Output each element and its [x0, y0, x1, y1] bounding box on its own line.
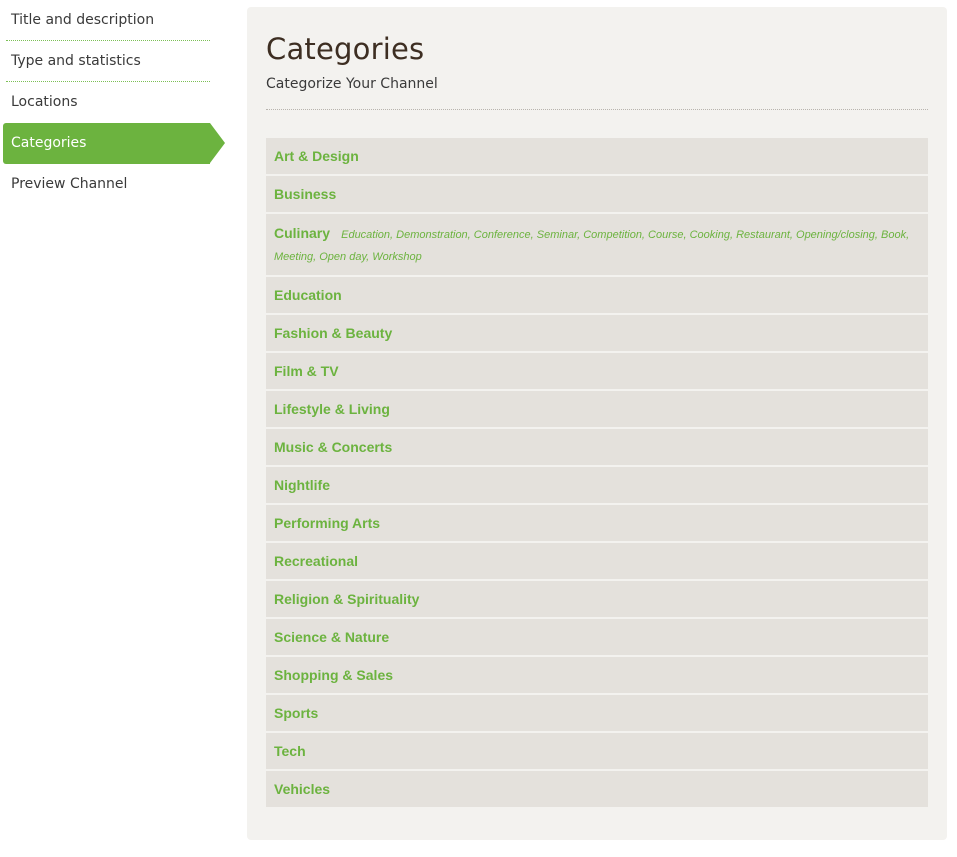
category-row-tech[interactable]: Tech [266, 733, 928, 769]
category-row-shopping-sales[interactable]: Shopping & Sales [266, 657, 928, 693]
sidebar-item-label: Preview Channel [11, 176, 128, 192]
category-row-education[interactable]: Education [266, 277, 928, 313]
category-row-performing-arts[interactable]: Performing Arts [266, 505, 928, 541]
categories-panel: Categories Categorize Your Channel Art &… [247, 7, 947, 840]
sidebar-nav: Title and description Type and statistic… [0, 0, 230, 205]
sidebar-item-locations[interactable]: Locations [6, 82, 210, 123]
category-name: Religion & Spirituality [274, 591, 420, 607]
sidebar-item-label: Categories [11, 135, 87, 151]
category-row-lifestyle-living[interactable]: Lifestyle & Living [266, 391, 928, 427]
category-name: Performing Arts [274, 515, 381, 531]
category-name: Culinary [274, 225, 331, 241]
category-row-music-concerts[interactable]: Music & Concerts [266, 429, 928, 465]
category-name: Sports [274, 705, 319, 721]
sidebar-item-preview-channel[interactable]: Preview Channel [6, 164, 210, 205]
category-list: Art & Design Business Culinary Education… [266, 138, 928, 807]
category-name: Shopping & Sales [274, 667, 394, 683]
category-row-culinary[interactable]: Culinary Education, Demonstration, Confe… [266, 214, 928, 275]
category-name: Film & TV [274, 363, 339, 379]
sidebar-item-title-and-description[interactable]: Title and description [6, 0, 210, 41]
category-name: Vehicles [274, 781, 331, 797]
subcategory-list: Education, Demonstration, Conference, Se… [274, 229, 910, 263]
category-name: Music & Concerts [274, 439, 393, 455]
sidebar-item-label: Title and description [11, 12, 155, 28]
category-row-sports[interactable]: Sports [266, 695, 928, 731]
category-row-art-design[interactable]: Art & Design [266, 138, 928, 174]
category-name: Tech [274, 743, 306, 759]
category-row-film-tv[interactable]: Film & TV [266, 353, 928, 389]
category-name: Education [274, 287, 342, 303]
sidebar-item-label: Type and statistics [11, 53, 141, 69]
category-row-recreational[interactable]: Recreational [266, 543, 928, 579]
category-name: Science & Nature [274, 629, 390, 645]
category-row-science-nature[interactable]: Science & Nature [266, 619, 928, 655]
category-name: Lifestyle & Living [274, 401, 390, 417]
section-divider [266, 109, 928, 110]
sidebar-item-categories[interactable]: Categories [3, 123, 225, 164]
category-name: Nightlife [274, 477, 330, 493]
sidebar-item-label: Locations [11, 94, 78, 110]
page-subtitle: Categorize Your Channel [266, 76, 438, 92]
category-row-vehicles[interactable]: Vehicles [266, 771, 928, 807]
category-row-religion-spirituality[interactable]: Religion & Spirituality [266, 581, 928, 617]
category-name: Art & Design [274, 148, 359, 164]
category-name: Recreational [274, 553, 359, 569]
category-name: Fashion & Beauty [274, 325, 393, 341]
sidebar-item-type-and-statistics[interactable]: Type and statistics [6, 41, 210, 82]
category-row-fashion-beauty[interactable]: Fashion & Beauty [266, 315, 928, 351]
category-name: Business [274, 186, 337, 202]
category-row-business[interactable]: Business [266, 176, 928, 212]
category-row-nightlife[interactable]: Nightlife [266, 467, 928, 503]
page-title: Categories [266, 32, 425, 66]
